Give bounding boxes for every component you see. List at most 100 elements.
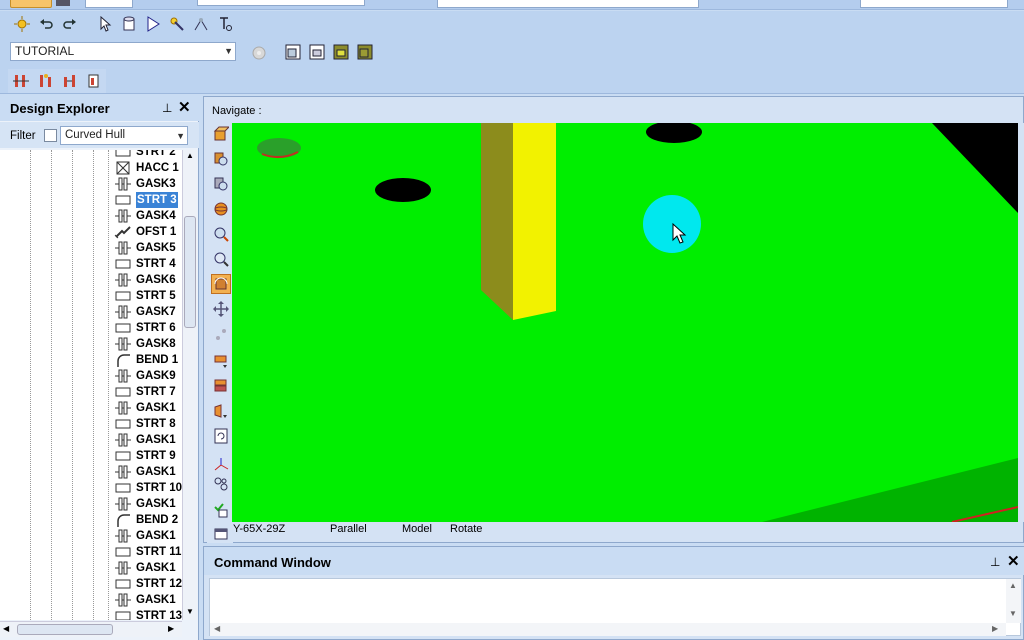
scroll-left-icon[interactable]: ◀ [3,624,9,633]
tree-item[interactable]: GASK1 [0,464,182,480]
design-explorer-panel: Design Explorer ⊥ ✕ Filter Curved Hull ▼… [0,95,199,640]
scroll-left-icon[interactable]: ◀ [214,624,220,633]
window-view-icon[interactable] [283,42,303,62]
toolbar-field[interactable] [197,0,365,6]
filter-checkbox[interactable] [44,129,57,142]
tree-item[interactable]: GASK1 [0,560,182,576]
zoom-box-icon[interactable] [211,149,231,169]
status-direction: Y-65X-29Z [233,523,286,535]
redo-icon[interactable] [60,14,80,34]
clip-icon[interactable] [211,474,231,494]
tree-item[interactable]: STRT 6 [0,320,182,336]
section-icon[interactable] [211,401,231,421]
toolbar-button[interactable] [56,0,70,6]
layer-stack-icon[interactable] [211,376,231,396]
command-vscrollbar[interactable]: ▲ ▼ [1006,579,1021,623]
tree-item[interactable]: GASK1 [0,528,182,544]
scroll-right-icon[interactable]: ▶ [168,624,174,633]
tree-item[interactable]: HACC 1 [0,160,182,176]
command-window-title: Command Window [214,555,331,570]
tree-item[interactable]: STRT 11 [0,544,182,560]
sun-icon[interactable] [12,14,32,34]
tree-item[interactable]: GASK1 [0,400,182,416]
tree-item[interactable]: GASK5 [0,240,182,256]
zoom-fit-icon[interactable] [211,224,231,244]
window-view-icon[interactable] [307,42,327,62]
tree-item[interactable]: GASK8 [0,336,182,352]
undo-icon[interactable] [36,14,56,34]
tree-item-label: OFST 1 [136,226,177,238]
rotate-icon[interactable] [211,274,231,294]
tree-item[interactable]: OFST 1 [0,224,182,240]
tree-item[interactable]: GASK1 [0,432,182,448]
filter-combo[interactable]: Curved Hull ▼ [60,126,188,145]
refresh-icon[interactable] [211,426,231,446]
scroll-thumb[interactable] [17,624,113,635]
cylinder-icon[interactable] [119,14,139,34]
viewport-canvas[interactable] [232,123,1018,522]
sphere-icon[interactable] [211,199,231,219]
close-icon[interactable]: ✕ [178,98,191,116]
pin-icon[interactable]: ⊥ [990,555,1000,569]
pan-icon[interactable] [211,299,231,319]
tree-item[interactable]: GASK6 [0,272,182,288]
window-view-icon[interactable] [331,42,351,62]
tree-item[interactable]: STRT 10 [0,480,182,496]
measure-icon[interactable] [191,14,211,34]
toolbar-active-button[interactable] [10,0,52,8]
play-icon[interactable] [143,14,163,34]
tree-item[interactable]: STRT 5 [0,288,182,304]
pointer-icon[interactable] [95,14,115,34]
tree-item[interactable]: GASK1 [0,496,182,512]
tree-item[interactable]: GASK4 [0,208,182,224]
bend-icon [114,513,132,527]
tree-item[interactable]: GASK7 [0,304,182,320]
model-tool-icon[interactable] [36,71,56,91]
close-icon[interactable]: ✕ [1007,552,1020,570]
scroll-down-icon[interactable]: ▼ [186,607,194,616]
tree-item-label: STRT 10 [136,482,182,494]
tree-item[interactable]: GASK9 [0,368,182,384]
text-tool-icon[interactable] [215,14,235,34]
scroll-down-icon[interactable]: ▼ [1009,609,1017,618]
tree-item[interactable]: BEND 1 [0,352,182,368]
model-tool-icon[interactable] [84,71,104,91]
scroll-thumb[interactable] [184,216,196,328]
toolbar-combo[interactable] [860,0,1008,8]
wand-icon[interactable] [167,14,187,34]
tree-item[interactable]: STRT 13 [0,608,182,620]
tree-item[interactable]: STRT 3 [0,192,182,208]
zoom-icon[interactable] [211,249,231,269]
toolbar-field[interactable] [85,0,133,8]
model-tool-icon[interactable] [60,71,80,91]
command-output[interactable]: ▲ ▼ ◀ ▶ [209,578,1021,636]
tree-item[interactable]: STRT 4 [0,256,182,272]
tree-item[interactable]: STRT 7 [0,384,182,400]
tree-item[interactable]: STRT 2 [0,150,182,160]
scroll-up-icon[interactable]: ▲ [186,151,194,160]
tree-item[interactable]: STRT 8 [0,416,182,432]
project-combo[interactable]: TUTORIAL ▼ [10,42,236,61]
tree-item[interactable]: STRT 12 [0,576,182,592]
model-tool-icon[interactable] [11,71,31,91]
axes-icon[interactable] [211,454,231,474]
scroll-right-icon[interactable]: ▶ [992,624,998,633]
top-toolbar-row-4 [0,67,1024,94]
toolbar-combo[interactable] [437,0,699,8]
tree-item[interactable]: BEND 2 [0,512,182,528]
tree-item-label: STRT 4 [136,258,176,270]
explorer-vscrollbar[interactable]: ▲ ▼ [182,150,197,620]
window-view-icon[interactable] [355,42,375,62]
layer-down-icon[interactable] [211,351,231,371]
view-iso-icon[interactable] [211,124,231,144]
zoom-region-icon[interactable] [211,174,231,194]
tree-item[interactable]: GASK1 [0,592,182,608]
pin-icon[interactable]: ⊥ [162,101,172,115]
tree-item[interactable]: GASK3 [0,176,182,192]
scroll-up-icon[interactable]: ▲ [1009,581,1017,590]
tree-item[interactable]: STRT 9 [0,448,182,464]
check-box-icon[interactable] [211,500,231,520]
command-hscrollbar[interactable]: ◀ ▶ [210,623,1006,636]
window-icon[interactable] [211,526,231,540]
explorer-hscrollbar[interactable]: ◀ ▶ [0,621,182,637]
